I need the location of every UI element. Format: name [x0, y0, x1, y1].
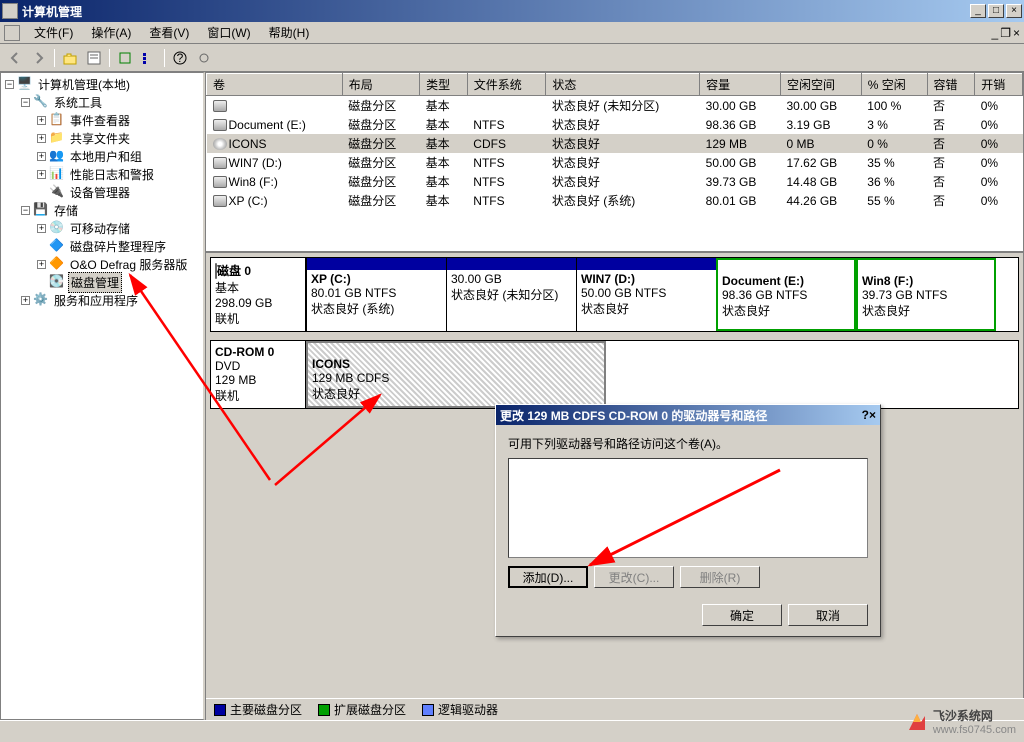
tree-eventviewer[interactable]: +📋事件查看器	[35, 111, 201, 129]
menu-bar: 文件(F) 操作(A) 查看(V) 窗口(W) 帮助(H) _ ❐ ×	[0, 22, 1024, 44]
tree-devmgr[interactable]: 🔌设备管理器	[35, 183, 201, 201]
table-row[interactable]: ICONS磁盘分区基本CDFS状态良好129 MB0 MB0 %否0%	[207, 134, 1023, 153]
table-row[interactable]: Win8 (F:)磁盘分区基本NTFS状态良好39.73 GB14.48 GB3…	[207, 172, 1023, 191]
table-row[interactable]: 磁盘分区基本状态良好 (未知分区)30.00 GB30.00 GB100 %否0…	[207, 96, 1023, 116]
list-view-button[interactable]	[138, 47, 160, 69]
cdrom-0-info: CD-ROM 0 DVD 129 MB 联机	[211, 341, 306, 408]
disk-partition[interactable]: WIN7 (D:)50.00 GB NTFS状态良好	[576, 258, 716, 331]
tree-localusers[interactable]: +👥本地用户和组	[35, 147, 201, 165]
tree-perf[interactable]: +📊性能日志和警报	[35, 165, 201, 183]
volume-list[interactable]: 卷 布局 类型 文件系统 状态 容量 空闲空间 % 空闲 容错 开销 磁盘分区基…	[205, 72, 1024, 252]
settings-button[interactable]	[193, 47, 215, 69]
window-titlebar: 计算机管理 _ □ ×	[0, 0, 1024, 22]
col-capacity[interactable]: 容量	[700, 74, 781, 96]
menu-file[interactable]: 文件(F)	[26, 22, 81, 43]
mdi-restore-button[interactable]: ❐	[1000, 26, 1011, 40]
table-row[interactable]: Document (E:)磁盘分区基本NTFS状态良好98.36 GB3.19 …	[207, 115, 1023, 134]
change-drive-letter-dialog: 更改 129 MB CDFS CD-ROM 0 的驱动器号和路径 ? × 可用下…	[495, 404, 881, 637]
table-row[interactable]: WIN7 (D:)磁盘分区基本NTFS状态良好50.00 GB17.62 GB3…	[207, 153, 1023, 172]
legend: 主要磁盘分区 扩展磁盘分区 逻辑驱动器	[206, 698, 1024, 720]
col-fault[interactable]: 容错	[927, 74, 975, 96]
col-overhead[interactable]: 开销	[975, 74, 1023, 96]
disk-partition[interactable]: 30.00 GB状态良好 (未知分区)	[446, 258, 576, 331]
tree-panel[interactable]: −🖥️计算机管理(本地) −🔧系统工具 +📋事件查看器 +📁共享文件夹 +👥本地…	[0, 72, 205, 720]
mdi-minimize-button[interactable]: _	[992, 26, 999, 40]
menu-action[interactable]: 操作(A)	[83, 22, 139, 43]
tree-diskmgmt[interactable]: 💽磁盘管理	[35, 273, 201, 291]
up-button[interactable]	[59, 47, 81, 69]
cdrom-partition-icons[interactable]: ICONS 129 MB CDFS 状态良好	[306, 341, 606, 408]
col-freespace[interactable]: 空闲空间	[780, 74, 861, 96]
disk-0-info: 磁盘 0 基本 298.09 GB 联机	[211, 258, 306, 331]
tree-oodefrag[interactable]: +🔶O&O Defrag 服务器版	[35, 255, 201, 273]
disk-partition[interactable]: Document (E:)98.36 GB NTFS状态良好	[716, 258, 856, 331]
svg-text:?: ?	[177, 51, 184, 65]
dialog-help-button[interactable]: ?	[862, 408, 869, 422]
change-button[interactable]: 更改(C)...	[594, 566, 674, 588]
remove-button[interactable]: 删除(R)	[680, 566, 760, 588]
col-fs[interactable]: 文件系统	[467, 74, 546, 96]
dialog-titlebar: 更改 129 MB CDFS CD-ROM 0 的驱动器号和路径 ? ×	[496, 405, 880, 425]
tree-root[interactable]: −🖥️计算机管理(本地)	[3, 75, 201, 93]
tree-systools[interactable]: −🔧系统工具	[19, 93, 201, 111]
table-row[interactable]: XP (C:)磁盘分区基本NTFS状态良好 (系统)80.01 GB44.26 …	[207, 191, 1023, 210]
col-type[interactable]: 类型	[420, 74, 468, 96]
dialog-instruction: 可用下列驱动器号和路径访问这个卷(A)。	[508, 435, 868, 452]
forward-button[interactable]	[28, 47, 50, 69]
app-icon	[2, 3, 18, 19]
maximize-button[interactable]: □	[988, 4, 1004, 18]
cdrom-0-row[interactable]: CD-ROM 0 DVD 129 MB 联机 ICONS 129 MB CDFS…	[210, 340, 1019, 409]
dialog-close-button[interactable]: ×	[869, 408, 876, 422]
menu-view[interactable]: 查看(V)	[141, 22, 197, 43]
col-pctfree[interactable]: % 空闲	[861, 74, 927, 96]
mdi-close-button[interactable]: ×	[1013, 26, 1020, 40]
tree-storage[interactable]: −💾存储	[19, 201, 201, 219]
refresh-button[interactable]	[114, 47, 136, 69]
minimize-button[interactable]: _	[970, 4, 986, 18]
status-bar	[0, 720, 1024, 742]
disk-partition[interactable]: XP (C:)80.01 GB NTFS状态良好 (系统)	[306, 258, 446, 331]
mdi-icon	[4, 25, 20, 41]
help-button[interactable]: ?	[169, 47, 191, 69]
cancel-button[interactable]: 取消	[788, 604, 868, 626]
tree-sharedfolders[interactable]: +📁共享文件夹	[35, 129, 201, 147]
back-button[interactable]	[4, 47, 26, 69]
add-button[interactable]: 添加(D)...	[508, 566, 588, 588]
watermark-logo-icon	[907, 712, 927, 732]
col-status[interactable]: 状态	[546, 74, 700, 96]
properties-button[interactable]	[83, 47, 105, 69]
close-button[interactable]: ×	[1006, 4, 1022, 18]
tree-defrag[interactable]: 🔷磁盘碎片整理程序	[35, 237, 201, 255]
disk-partition[interactable]: Win8 (F:)39.73 GB NTFS状态良好	[856, 258, 996, 331]
tree-removable[interactable]: +💿可移动存储	[35, 219, 201, 237]
disk-0-row[interactable]: 磁盘 0 基本 298.09 GB 联机 XP (C:)80.01 GB NTF…	[210, 257, 1019, 332]
dialog-listbox[interactable]	[508, 458, 868, 558]
ok-button[interactable]: 确定	[702, 604, 782, 626]
menu-window[interactable]: 窗口(W)	[199, 22, 258, 43]
col-layout[interactable]: 布局	[342, 74, 419, 96]
toolbar: ?	[0, 44, 1024, 72]
watermark: 飞沙系统网 www.fs0745.com	[907, 707, 1016, 736]
menu-help[interactable]: 帮助(H)	[261, 22, 318, 43]
tree-services[interactable]: +⚙️服务和应用程序	[19, 291, 201, 309]
window-title: 计算机管理	[22, 3, 970, 20]
col-volume[interactable]: 卷	[207, 74, 343, 96]
